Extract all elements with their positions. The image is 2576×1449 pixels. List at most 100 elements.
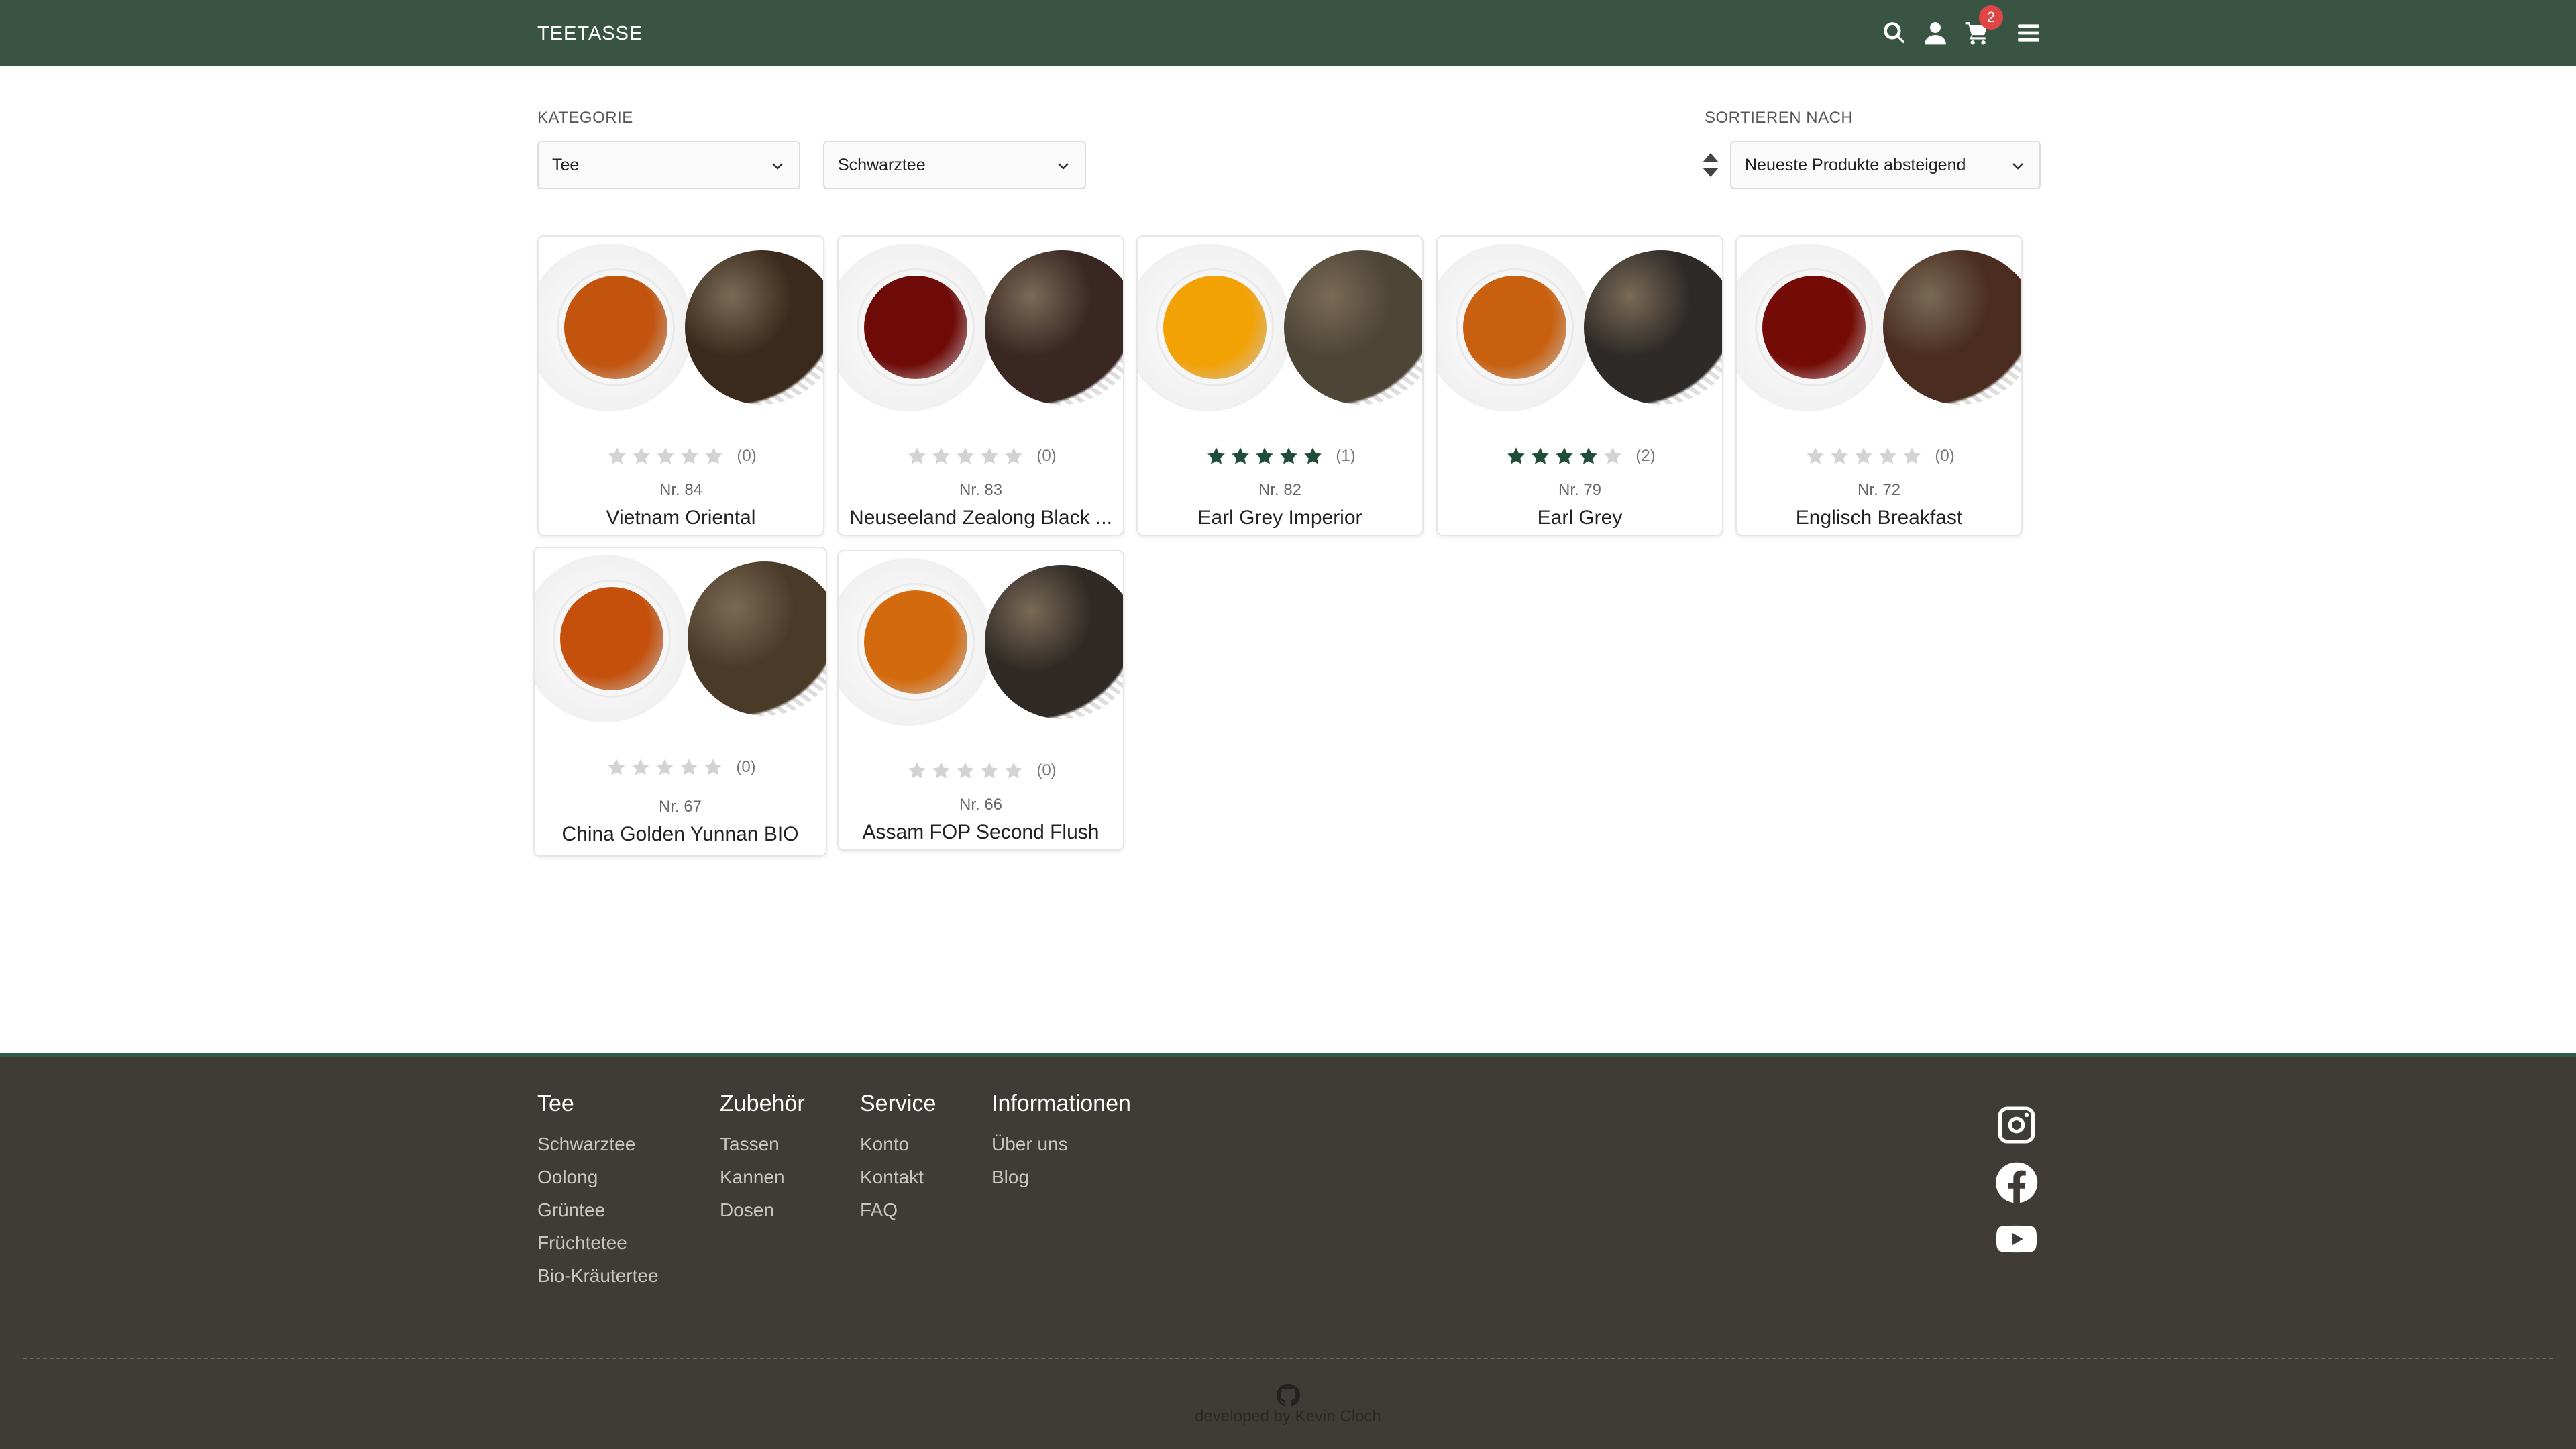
rating-stars: (0): [839, 446, 1123, 466]
star-icon: [1230, 446, 1250, 466]
star-icon: [655, 446, 676, 466]
footer-column-zubehoer: Zubehör Tassen Kannen Dosen: [720, 1091, 805, 1226]
footer-link[interactable]: Dosen: [720, 1193, 805, 1226]
tea-leaves: [688, 561, 826, 716]
tea-cup: [555, 582, 669, 696]
product-image[interactable]: [1438, 237, 1722, 418]
footer-link[interactable]: Über uns: [991, 1128, 1131, 1161]
footer-divider: [23, 1358, 2553, 1359]
github-icon[interactable]: [1276, 1383, 1300, 1407]
star-icon: [631, 757, 651, 777]
star-icon: [1004, 446, 1024, 466]
footer-link[interactable]: Konto: [860, 1128, 936, 1161]
product-image[interactable]: [539, 237, 823, 418]
subcategory-select[interactable]: Schwarztee: [823, 141, 1086, 189]
sort-icon: [1703, 153, 1719, 177]
footer-link[interactable]: Schwarztee: [537, 1128, 659, 1161]
star-icon: [1303, 446, 1323, 466]
tea-leaves: [1584, 250, 1722, 405]
product-name[interactable]: Englisch Breakfast: [1743, 506, 2015, 529]
star-icon: [1530, 446, 1550, 466]
star-icon: [955, 446, 975, 466]
footer-link[interactable]: Kannen: [720, 1161, 805, 1193]
tea-cup: [559, 270, 673, 384]
product-number: Nr. 82: [1258, 481, 1302, 499]
product-name[interactable]: Earl Grey Imperior: [1144, 506, 1415, 529]
star-icon: [1554, 446, 1574, 466]
sort-select[interactable]: Neueste Produkte absteigend: [1730, 141, 2041, 189]
star-icon: [607, 446, 627, 466]
rating-count: (0): [737, 447, 757, 465]
product-number: Nr. 84: [659, 481, 703, 499]
footer-link[interactable]: Bio-Kräutertee: [537, 1259, 659, 1292]
product-card[interactable]: (0) Nr. 83 Neuseeland Zealong Black ...: [837, 235, 1124, 536]
search-icon[interactable]: [1878, 16, 1911, 50]
star-icon: [1902, 446, 1922, 466]
product-image[interactable]: [1138, 237, 1422, 418]
tea-leaves: [985, 565, 1123, 719]
product-name[interactable]: Assam FOP Second Flush: [845, 821, 1116, 844]
product-name[interactable]: Vietnam Oriental: [545, 506, 816, 529]
star-icon: [1506, 446, 1526, 466]
product-image[interactable]: [839, 551, 1123, 733]
product-name[interactable]: China Golden Yunnan BIO: [541, 823, 819, 846]
user-icon[interactable]: [1919, 16, 1952, 50]
product-image[interactable]: [535, 548, 826, 729]
star-icon: [631, 446, 651, 466]
product-image[interactable]: [839, 237, 1123, 418]
rating-stars: (0): [539, 446, 823, 466]
star-icon: [606, 757, 627, 777]
star-icon: [680, 446, 700, 466]
chevron-down-icon: [769, 158, 786, 174]
star-icon: [931, 761, 951, 781]
instagram-icon[interactable]: [1994, 1103, 2039, 1147]
product-number: Nr. 79: [1558, 481, 1602, 499]
sort-label: SORTIEREN NACH: [1705, 109, 1854, 127]
footer-link[interactable]: Grüntee: [537, 1193, 659, 1226]
footer-link[interactable]: Kontakt: [860, 1161, 936, 1193]
star-icon: [655, 757, 675, 777]
product-name[interactable]: Earl Grey: [1444, 506, 1715, 529]
facebook-icon[interactable]: [1994, 1161, 2039, 1205]
product-card[interactable]: (1) Nr. 82 Earl Grey Imperior: [1136, 235, 1424, 536]
star-icon: [1578, 446, 1599, 466]
star-icon: [1279, 446, 1299, 466]
brand-logo[interactable]: TEETASSE: [537, 23, 643, 45]
star-icon: [955, 761, 975, 781]
tea-leaves: [1284, 250, 1422, 405]
star-icon: [1878, 446, 1898, 466]
category-select[interactable]: Tee: [537, 141, 800, 189]
youtube-icon[interactable]: [1994, 1217, 2039, 1261]
product-card[interactable]: (0) Nr. 84 Vietnam Oriental: [537, 235, 824, 536]
tea-cup: [1158, 270, 1272, 384]
product-card[interactable]: (0) Nr. 66 Assam FOP Second Flush: [837, 550, 1124, 851]
star-icon: [1254, 446, 1275, 466]
developer-credit[interactable]: developed by Kevin Cloch: [0, 1407, 2576, 1426]
product-image[interactable]: [1737, 237, 2021, 418]
star-icon: [907, 761, 927, 781]
star-icon: [979, 446, 1000, 466]
product-number: Nr. 67: [658, 798, 702, 816]
product-card[interactable]: (0) Nr. 72 Englisch Breakfast: [1735, 235, 2023, 536]
chevron-down-icon: [1055, 158, 1071, 174]
footer-link[interactable]: Früchtetee: [537, 1226, 659, 1259]
footer-heading: Informationen: [991, 1091, 1131, 1116]
star-icon: [931, 446, 951, 466]
tea-cup: [859, 270, 973, 384]
rating-count: (0): [1036, 447, 1057, 465]
star-icon: [1603, 446, 1623, 466]
star-icon: [1805, 446, 1825, 466]
tea-cup: [1458, 270, 1572, 384]
menu-icon[interactable]: [2012, 16, 2045, 50]
footer-link[interactable]: Tassen: [720, 1128, 805, 1161]
product-number: Nr. 83: [959, 481, 1003, 499]
star-icon: [1854, 446, 1874, 466]
product-card[interactable]: (0) Nr. 67 China Golden Yunnan BIO: [533, 547, 827, 857]
footer-link[interactable]: Blog: [991, 1161, 1131, 1193]
footer-link[interactable]: FAQ: [860, 1193, 936, 1226]
product-name[interactable]: Neuseeland Zealong Black ...: [845, 506, 1116, 529]
chevron-down-icon: [2010, 158, 2026, 174]
footer-link[interactable]: Oolong: [537, 1161, 659, 1193]
tea-cup: [859, 585, 973, 699]
product-card[interactable]: (2) Nr. 79 Earl Grey: [1436, 235, 1723, 536]
